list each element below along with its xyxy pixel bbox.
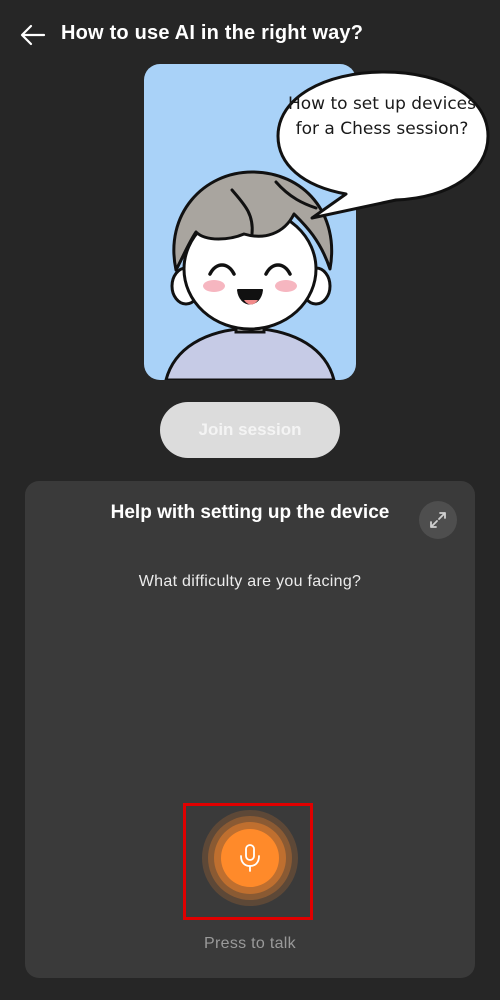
- page-title: How to use AI in the right way?: [61, 22, 364, 44]
- speech-bubble-text: How to set up devices for a Chess sessio…: [287, 94, 476, 139]
- speech-bubble-shape: [276, 70, 490, 220]
- panel-question: What difficulty are you facing?: [138, 573, 362, 590]
- panel-title: Help with setting up the device: [110, 502, 390, 523]
- back-button[interactable]: [18, 20, 48, 50]
- join-session-button[interactable]: Join session: [160, 402, 340, 458]
- arrow-left-icon: [20, 24, 46, 46]
- microphone-glow: [202, 810, 298, 906]
- speech-bubble: How to set up devices for a Chess sessio…: [272, 66, 496, 226]
- expand-icon: [430, 512, 446, 528]
- microphone-button[interactable]: [200, 808, 300, 908]
- press-to-talk-label: Press to talk: [204, 935, 296, 952]
- expand-button[interactable]: [419, 501, 457, 539]
- header: How to use AI in the right way?: [0, 0, 500, 70]
